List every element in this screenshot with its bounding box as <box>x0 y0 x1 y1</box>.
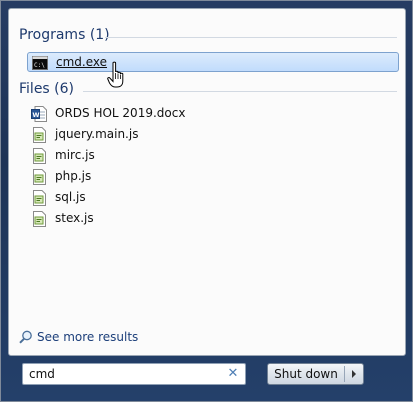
svg-text:C:\: C:\ <box>34 62 45 69</box>
result-sql-js[interactable]: sql.js <box>27 188 399 208</box>
script-file-icon <box>33 211 46 227</box>
result-jquery-main-js[interactable]: jquery.main.js <box>27 125 399 145</box>
shutdown-options-arrow-icon[interactable] <box>345 364 363 384</box>
result-label: ORDS HOL 2019.docx <box>55 106 186 120</box>
script-file-icon <box>33 169 46 185</box>
programs-heading: Programs (1) <box>19 27 110 43</box>
divider <box>105 37 397 38</box>
word-document-icon: W <box>31 106 47 122</box>
search-results-panel: Programs (1) C:\ cmd.exe Files (6) W ORD… <box>8 8 406 356</box>
script-file-icon <box>33 148 46 164</box>
search-box[interactable]: ✕ <box>22 363 246 385</box>
result-stex-js[interactable]: stex.js <box>27 209 399 229</box>
search-input[interactable] <box>29 366 225 382</box>
clear-search-icon[interactable]: ✕ <box>227 367 239 381</box>
result-label: jquery.main.js <box>55 127 139 141</box>
start-menu: Programs (1) C:\ cmd.exe Files (6) W ORD… <box>0 0 413 402</box>
shutdown-button-group: Shut down <box>267 363 364 385</box>
result-php-js[interactable]: php.js <box>27 167 399 187</box>
script-file-icon <box>33 127 46 143</box>
result-label: php.js <box>55 169 92 183</box>
shut-down-button[interactable]: Shut down <box>268 364 344 384</box>
divider <box>83 91 397 92</box>
hand-cursor-icon <box>107 61 124 88</box>
script-file-icon <box>33 190 46 206</box>
cmd-console-icon: C:\ <box>32 56 48 70</box>
magnifier-icon <box>19 330 32 344</box>
result-label: mirc.js <box>55 148 95 162</box>
result-ords-hol-2019-docx[interactable]: W ORDS HOL 2019.docx <box>27 104 399 124</box>
see-more-label: See more results <box>37 330 139 344</box>
result-cmd-exe[interactable]: C:\ cmd.exe <box>27 52 399 72</box>
svg-text:W: W <box>32 111 39 119</box>
files-heading: Files (6) <box>19 81 75 97</box>
result-label: sql.js <box>55 190 86 204</box>
result-label: cmd.exe <box>56 55 108 69</box>
result-label: stex.js <box>55 211 94 225</box>
result-mirc-js[interactable]: mirc.js <box>27 146 399 166</box>
